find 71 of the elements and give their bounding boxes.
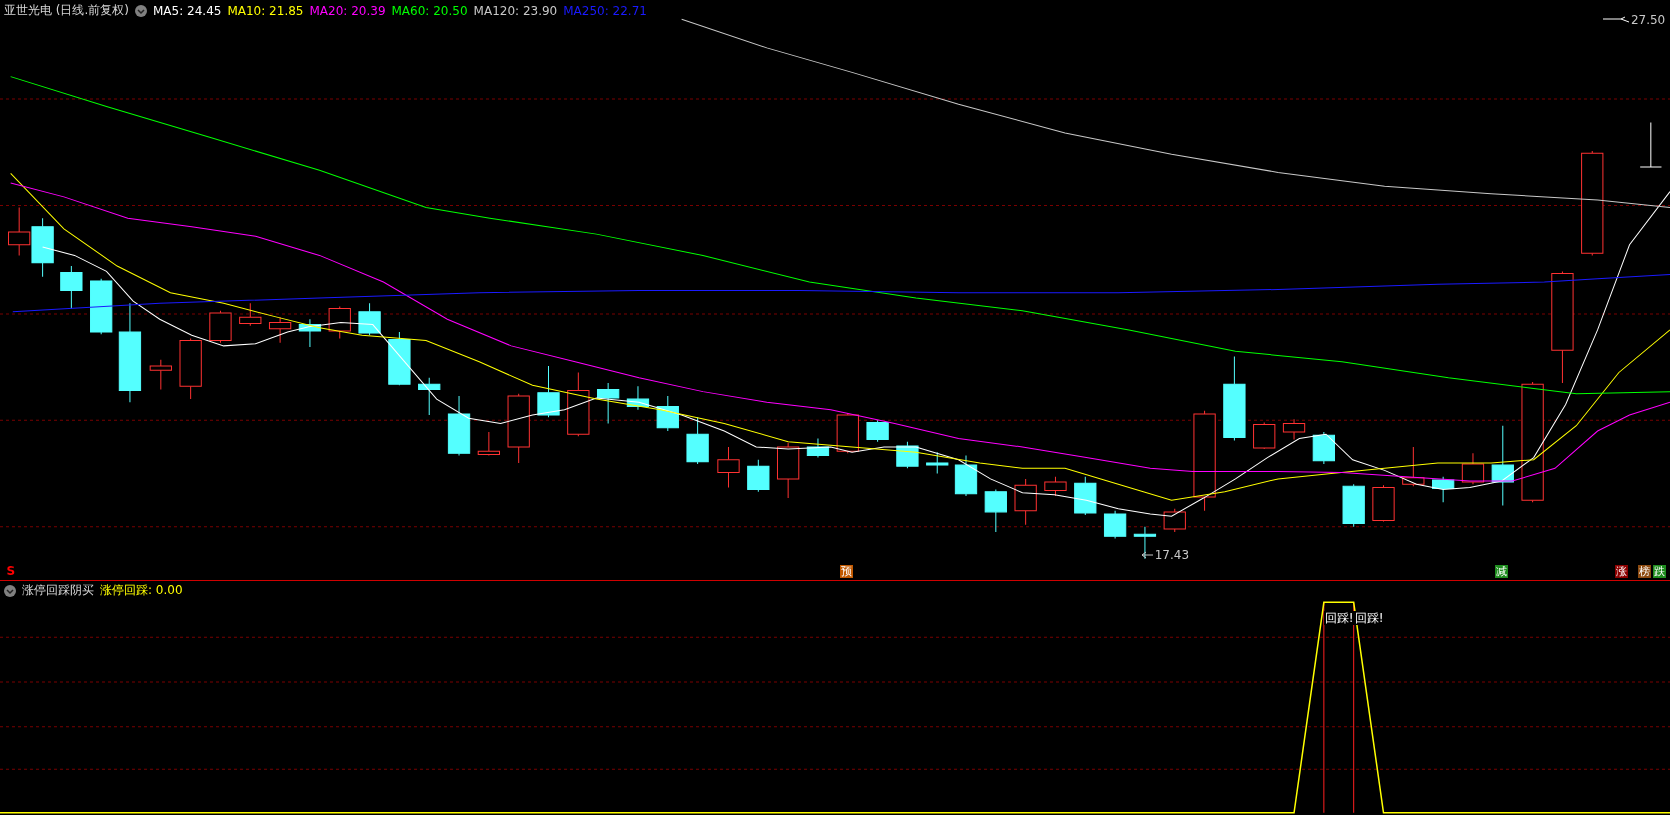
candlestick <box>90 278 113 335</box>
candlestick <box>866 419 889 443</box>
candlestick <box>209 310 232 344</box>
candlestick <box>537 365 560 418</box>
candlestick <box>268 316 292 344</box>
candlestick <box>717 446 740 488</box>
arrow-icon <box>1140 551 1153 560</box>
indicator-title: 涨停回踩阴买 <box>22 582 94 599</box>
candlestick <box>1342 483 1365 528</box>
candlestick <box>567 372 590 437</box>
candlestick <box>806 437 830 459</box>
candlestick <box>388 331 411 386</box>
candlestick <box>328 306 351 339</box>
candlestick <box>747 459 770 493</box>
candlestick <box>1074 476 1097 516</box>
candlestick <box>1312 431 1335 465</box>
signal-tag: 预 <box>840 565 854 578</box>
chart-title: 亚世光电 (日线.前复权) <box>4 2 129 19</box>
candlestick <box>507 393 530 464</box>
dropdown-chevron-icon[interactable] <box>4 584 16 597</box>
candlestick <box>447 395 471 456</box>
indicator-value: 涨停回踩: 0.00 <box>100 582 183 599</box>
candlestick <box>358 302 381 336</box>
candlestick <box>1133 526 1157 560</box>
candlestick <box>1639 121 1662 168</box>
candlestick <box>239 302 262 327</box>
candlestick <box>777 442 800 499</box>
price-label: 17.43 <box>1154 548 1189 563</box>
candlestick <box>954 455 978 497</box>
moving-average-value: MA120: 23.90 <box>473 3 558 18</box>
signal-letter: S <box>6 564 16 578</box>
candlestick <box>984 489 1007 533</box>
candlestick <box>418 377 441 416</box>
candlestick <box>31 217 54 278</box>
arrow-icon <box>1602 15 1629 24</box>
candlestick <box>597 382 620 425</box>
candlestick <box>836 412 859 454</box>
candlestick <box>926 451 949 475</box>
candlestick <box>60 265 83 310</box>
moving-average-value: MA250: 22.71 <box>563 3 647 18</box>
signal-tag: 涨 <box>1614 565 1628 578</box>
annotation-label: 回踩! <box>1353 611 1385 625</box>
candlestick <box>626 385 650 411</box>
signal-tag: 减 <box>1495 565 1509 578</box>
candlestick <box>1432 476 1455 503</box>
candlestick <box>896 441 919 469</box>
moving-average-value: MA5: 24.45 <box>153 3 222 18</box>
moving-average-value: MA60: 20.50 <box>391 3 468 18</box>
candlestick <box>1014 478 1037 526</box>
candlestick <box>1402 446 1425 487</box>
candlestick <box>1044 476 1067 497</box>
candlestick <box>8 207 31 256</box>
candlestick <box>179 337 202 400</box>
candlestick <box>1372 484 1395 522</box>
candlestick <box>1461 452 1485 485</box>
candlestick <box>1103 510 1127 539</box>
candlestick <box>686 416 709 465</box>
candlestick <box>477 431 500 456</box>
candlestick <box>1282 418 1306 440</box>
annotation-label: 回踩! <box>1323 611 1355 625</box>
signal-tag: 跌 <box>1652 565 1666 578</box>
candlestick <box>298 318 322 348</box>
candlestick <box>1253 422 1276 450</box>
signal-tag: 榜 <box>1638 565 1652 578</box>
dropdown-chevron-icon[interactable] <box>135 4 147 17</box>
price-label: 27.50 <box>1630 12 1666 27</box>
candlestick <box>1163 508 1186 533</box>
candlestick <box>656 395 679 432</box>
moving-average-value: MA10: 21.85 <box>227 3 304 18</box>
moving-average-value: MA20: 20.39 <box>309 3 386 18</box>
candlestick <box>149 359 172 390</box>
